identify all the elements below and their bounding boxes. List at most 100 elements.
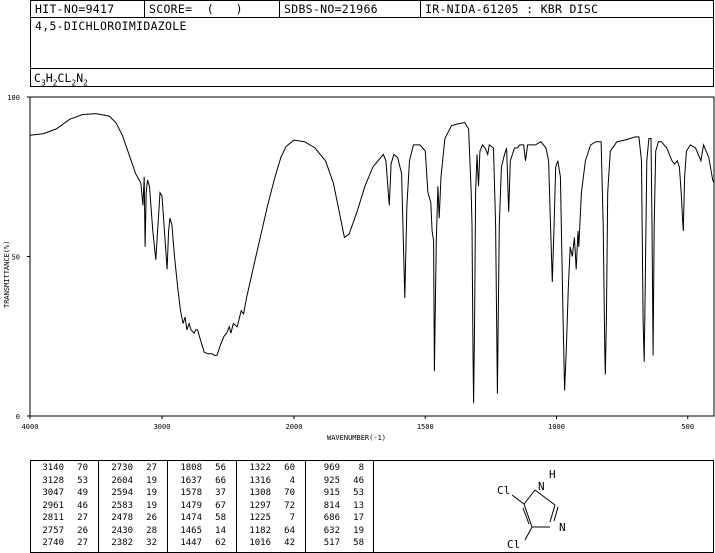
peak-transmittance: 53 (77, 475, 88, 486)
peak-wavenumber: 1322 (249, 463, 271, 473)
peak-wavenumber: 2430 (111, 525, 133, 536)
peak-row: 2961 46 (30, 500, 98, 513)
peak-table-column: 1808 56 1637 66 1578 37 1479 67 1474 58 1465 14 1447… (168, 462, 236, 550)
peak-transmittance: 72 (284, 500, 295, 511)
peak-wavenumber: 3047 (42, 488, 64, 498)
chlorine-upper: Cl (497, 484, 510, 497)
peak-transmittance: 37 (215, 488, 226, 498)
peak-row: 1316 4 (237, 475, 305, 488)
molecular-formula: C3H2CL2N2 (34, 71, 88, 88)
peak-row: 3128 53 (30, 475, 98, 488)
peak-wavenumber: 517 (323, 538, 340, 548)
peak-row: 3047 49 (30, 487, 98, 500)
peak-row: 1297 72 (237, 500, 305, 513)
peak-transmittance: 26 (77, 525, 88, 536)
score: SCORE= ( ) (149, 2, 243, 16)
peak-transmittance: 7 (289, 513, 295, 523)
peak-row: 1474 58 (168, 512, 236, 525)
y-tick-label: 50 (12, 254, 20, 262)
peak-transmittance: 60 (284, 463, 295, 473)
peak-wavenumber: 1016 (249, 538, 271, 548)
peak-row: 814 13 (306, 500, 374, 513)
peak-transmittance: 8 (358, 463, 364, 473)
peak-table-column: 3140 70 3128 53 3047 49 2961 46 2811 27 2757 26 2740… (30, 462, 98, 550)
x-tick-label: 1500 (417, 423, 434, 431)
peak-wavenumber: 686 (323, 513, 340, 523)
peak-wavenumber: 2730 (111, 463, 133, 473)
peak-row: 1016 42 (237, 537, 305, 550)
peak-row: 1308 70 (237, 487, 305, 500)
peak-transmittance: 58 (215, 513, 226, 523)
peak-wavenumber: 1637 (180, 475, 202, 486)
compound-name: 4,5-DICHLOROIMIDAZOLE (35, 19, 187, 33)
peak-wavenumber: 1447 (180, 538, 202, 548)
peak-row: 2478 26 (99, 512, 167, 525)
peak-wavenumber: 2382 (111, 538, 133, 548)
peak-row: 2757 26 (30, 525, 98, 538)
peak-transmittance: 56 (215, 463, 226, 473)
peak-transmittance: 27 (77, 513, 88, 523)
peak-transmittance: 49 (77, 488, 88, 498)
peak-row: 2740 27 (30, 537, 98, 550)
peak-transmittance: 46 (77, 500, 88, 511)
peak-wavenumber: 2478 (111, 513, 133, 523)
peak-wavenumber: 814 (323, 500, 340, 511)
peak-wavenumber: 1316 (249, 475, 271, 486)
peak-wavenumber: 1297 (249, 500, 271, 511)
peak-row: 1578 37 (168, 487, 236, 500)
peak-row: 2583 19 (99, 500, 167, 513)
peak-table-column: 969 8 925 46 915 53 814 13 686 17 632 19 517 58 (306, 462, 374, 550)
peak-wavenumber: 1479 (180, 500, 202, 511)
peak-row: 686 17 (306, 512, 374, 525)
peak-transmittance: 53 (353, 488, 364, 498)
ring-nitrogen-bottom: N (559, 521, 566, 534)
x-tick-label: 3000 (154, 423, 171, 431)
peak-row: 632 19 (306, 525, 374, 538)
peak-wavenumber: 3140 (42, 463, 64, 473)
peak-wavenumber: 1182 (249, 525, 271, 536)
peak-row: 1322 60 (237, 462, 305, 475)
peak-wavenumber: 1225 (249, 513, 271, 523)
peak-transmittance: 64 (284, 525, 295, 536)
peak-transmittance: 66 (215, 475, 226, 486)
peak-row: 969 8 (306, 462, 374, 475)
peak-transmittance: 67 (215, 500, 226, 511)
peak-transmittance: 70 (284, 488, 295, 498)
x-tick-label: 1000 (548, 423, 565, 431)
peak-row: 915 53 (306, 487, 374, 500)
peak-row: 1465 14 (168, 525, 236, 538)
peak-transmittance: 32 (146, 538, 157, 548)
peak-wavenumber: 2811 (42, 513, 64, 523)
peak-wavenumber: 1308 (249, 488, 271, 498)
ir-spectrum-chart: 0 50 100 4000 3000 2000 1500 1000 500 TRANSMITT… (3, 94, 715, 442)
y-tick-label: 100 (7, 94, 20, 102)
peak-wavenumber: 915 (323, 488, 340, 498)
peak-row: 3140 70 (30, 462, 98, 475)
compound-name-box: 4,5-DICHLOROIMIDAZOLE (30, 17, 714, 69)
peak-transmittance: 19 (146, 500, 157, 511)
peak-wavenumber: 2961 (42, 500, 64, 511)
peak-row: 1808 56 (168, 462, 236, 475)
peak-row: 2604 19 (99, 475, 167, 488)
peak-wavenumber: 1474 (180, 513, 202, 523)
y-axis-label: TRANSMITTANCE(%) (3, 241, 11, 308)
peak-transmittance: 70 (77, 463, 88, 473)
peak-transmittance: 26 (146, 513, 157, 523)
peak-row: 1225 7 (237, 512, 305, 525)
peak-row: 2811 27 (30, 512, 98, 525)
peak-wavenumber: 3128 (42, 475, 64, 486)
peak-row: 1637 66 (168, 475, 236, 488)
hit-number: HIT-NO=9417 (35, 2, 115, 16)
peak-transmittance: 46 (353, 475, 364, 486)
ring-nitrogen-top: N (538, 480, 545, 493)
header-bar: HIT-NO=9417 SCORE= ( ) SDBS-NO=21966 IR-… (30, 0, 714, 18)
peak-row: 2430 28 (99, 525, 167, 538)
peak-transmittance: 17 (353, 513, 364, 523)
x-axis-label: WAVENUMBER(-1) (327, 434, 386, 442)
x-tick-label: 4000 (22, 423, 39, 431)
x-ticks: 4000 3000 2000 1500 1000 500 (22, 416, 694, 431)
peak-row: 1479 67 (168, 500, 236, 513)
peak-transmittance: 13 (353, 500, 364, 511)
peak-row: 2730 27 (99, 462, 167, 475)
peak-transmittance: 42 (284, 538, 295, 548)
